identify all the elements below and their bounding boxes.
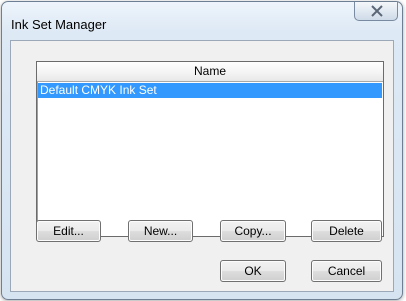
ok-button[interactable]: OK [220,260,286,282]
ink-set-list[interactable]: Name Default CMYK Ink Set [36,61,384,237]
delete-button[interactable]: Delete [311,220,382,242]
dialog-title: Ink Set Manager [11,17,107,32]
cancel-button[interactable]: Cancel [311,260,382,282]
close-button[interactable] [354,2,398,21]
copy-button[interactable]: Copy... [220,220,286,242]
column-header-name[interactable]: Name [37,62,383,82]
edit-button[interactable]: Edit... [36,220,101,242]
ink-set-manager-dialog: Ink Set Manager Name Default CMYK Ink Se… [1,1,403,300]
dialog-client-area: Name Default CMYK Ink Set Edit... New...… [10,40,394,292]
close-icon [371,5,383,17]
list-item[interactable]: Default CMYK Ink Set [38,83,382,98]
new-button[interactable]: New... [128,220,193,242]
